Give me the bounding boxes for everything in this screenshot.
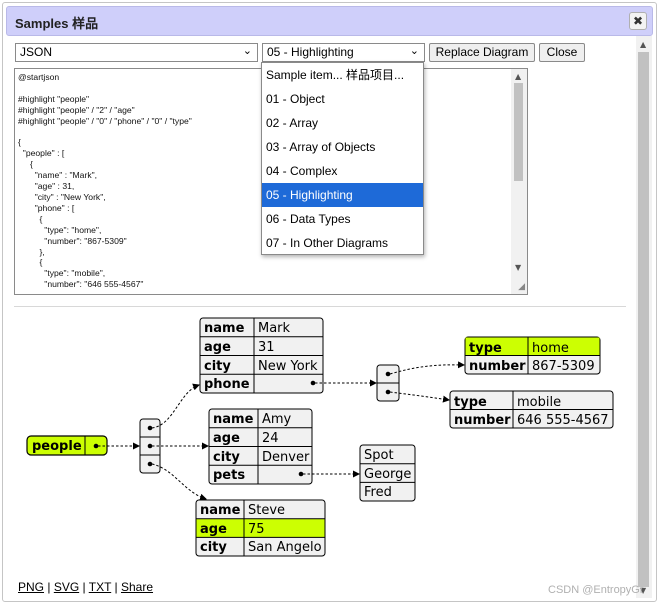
value-mark: Mark bbox=[258, 321, 291, 336]
dialog-scroll-thumb[interactable] bbox=[638, 52, 649, 587]
key-number: number bbox=[469, 359, 526, 374]
value-city: San Angelo bbox=[248, 540, 322, 555]
dropdown-item-selected[interactable]: 05 - Highlighting bbox=[262, 183, 423, 207]
editor-scrollbar[interactable]: ▲ ▼ bbox=[511, 69, 527, 294]
close-button[interactable]: Close bbox=[539, 43, 585, 62]
key-number: number bbox=[454, 413, 511, 428]
dropdown-item[interactable]: 07 - In Other Diagrams bbox=[262, 231, 423, 255]
scroll-up-icon[interactable]: ▲ bbox=[515, 72, 521, 81]
pet-item: Spot bbox=[364, 448, 394, 463]
people-node: people bbox=[26, 435, 108, 456]
scroll-down-icon[interactable]: ▼ bbox=[515, 263, 521, 272]
link-separator: | bbox=[44, 580, 54, 594]
editor-scroll-thumb[interactable] bbox=[514, 83, 523, 181]
person-amy-node: name Amy age 24 city Denver pets bbox=[208, 408, 313, 485]
person-mark-node: name Mark age 31 city New York phone bbox=[199, 317, 324, 394]
dropdown-item[interactable]: 01 - Object bbox=[262, 87, 423, 111]
scroll-up-icon[interactable]: ▲ bbox=[640, 40, 646, 49]
key-name: name bbox=[213, 412, 254, 427]
person-steve-node: name Steve age 75 city San Angelo bbox=[195, 499, 326, 557]
key-age: age bbox=[204, 340, 231, 355]
dialog-title: Samples 样品 bbox=[15, 16, 99, 31]
value-steve: Steve bbox=[248, 503, 285, 518]
pet-item: Fred bbox=[364, 485, 392, 500]
value-number: 867-5309 bbox=[532, 359, 595, 374]
value-city: New York bbox=[258, 359, 318, 374]
phone-mobile-node: type mobile number 646 555-4567 bbox=[449, 390, 614, 429]
watermark: CSDN @EntropyGr bbox=[548, 584, 644, 596]
key-city: city bbox=[200, 540, 227, 555]
value-age: 31 bbox=[258, 340, 275, 355]
share-link[interactable]: Share bbox=[121, 580, 153, 594]
language-select[interactable]: JSON ⌄ bbox=[15, 43, 258, 62]
dialog-scrollbar[interactable]: ▲ ▼ bbox=[636, 36, 652, 598]
dropdown-item[interactable]: 04 - Complex bbox=[262, 159, 423, 183]
export-links: PNG | SVG | TXT | Share bbox=[18, 580, 153, 594]
key-type: type bbox=[454, 395, 487, 410]
key-city: city bbox=[213, 450, 240, 465]
value-mobile: mobile bbox=[517, 395, 561, 410]
value-age: 24 bbox=[262, 431, 279, 446]
people-label: people bbox=[32, 439, 82, 454]
key-age: age bbox=[213, 431, 240, 446]
replace-diagram-button[interactable]: Replace Diagram bbox=[429, 43, 535, 62]
value-home-highlighted: home bbox=[532, 341, 569, 356]
value-city: Denver bbox=[262, 450, 310, 465]
key-pets: pets bbox=[213, 468, 245, 483]
resize-grip-icon[interactable]: ◢ bbox=[518, 282, 525, 292]
key-name: name bbox=[200, 503, 241, 518]
key-type-highlighted: type bbox=[469, 341, 502, 356]
dropdown-item[interactable]: 03 - Array of Objects bbox=[262, 135, 423, 159]
close-icon[interactable]: ✖ bbox=[629, 12, 647, 30]
language-select-value: JSON bbox=[20, 45, 53, 59]
txt-link[interactable]: TXT bbox=[89, 580, 111, 594]
json-diagram-svg: people name Mark age 31 city New York ph… bbox=[26, 317, 614, 557]
png-link[interactable]: PNG bbox=[18, 580, 44, 594]
key-phone: phone bbox=[204, 377, 250, 392]
value-amy: Amy bbox=[262, 412, 292, 427]
phone-array-node bbox=[376, 364, 400, 402]
key-city: city bbox=[204, 359, 231, 374]
pets-array-node: Spot George Fred bbox=[359, 444, 416, 502]
value-age-highlighted: 75 bbox=[248, 522, 265, 537]
key-age-highlighted: age bbox=[200, 522, 227, 537]
dropdown-item[interactable]: 02 - Array bbox=[262, 111, 423, 135]
sample-dropdown-list: Sample item... 样品项目... 01 - Object 02 - … bbox=[261, 62, 424, 255]
link-separator: | bbox=[111, 580, 121, 594]
sample-select[interactable]: 05 - Highlighting ⌄ bbox=[262, 43, 425, 62]
pet-item: George bbox=[364, 467, 411, 482]
svg-link[interactable]: SVG bbox=[54, 580, 79, 594]
link-separator: | bbox=[79, 580, 89, 594]
phone-home-node: type home number 867-5309 bbox=[464, 336, 601, 375]
sample-select-value: 05 - Highlighting bbox=[267, 45, 354, 59]
dropdown-item[interactable]: 06 - Data Types bbox=[262, 207, 423, 231]
json-diagram: people name Mark age 31 city New York ph… bbox=[14, 306, 626, 598]
key-name: name bbox=[204, 321, 245, 336]
value-number: 646 555-4567 bbox=[517, 413, 609, 428]
chevron-down-icon: ⌄ bbox=[409, 45, 419, 57]
chevron-down-icon: ⌄ bbox=[242, 45, 252, 57]
dropdown-item[interactable]: Sample item... 样品项目... bbox=[262, 63, 423, 87]
dialog-titlebar: Samples 样品 ✖ bbox=[6, 6, 653, 36]
